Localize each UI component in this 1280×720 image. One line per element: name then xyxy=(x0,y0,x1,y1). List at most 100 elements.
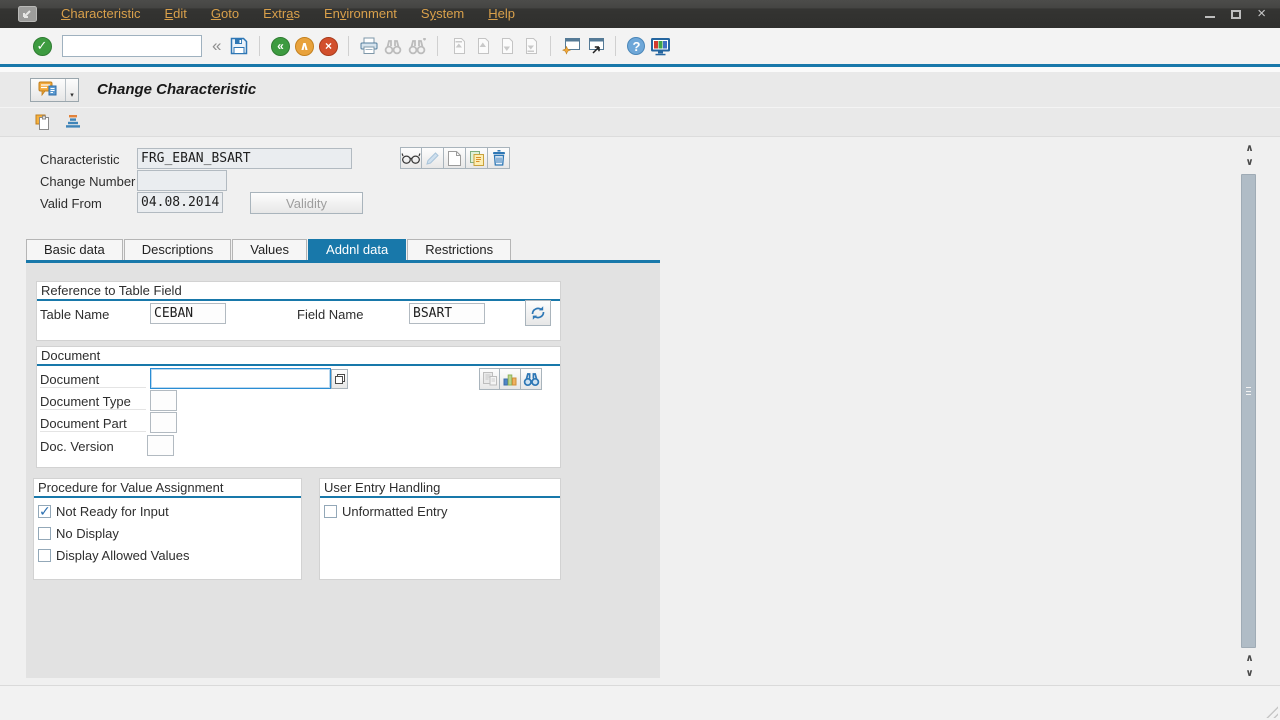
scroll-up-button-bottom[interactable]: ∧ xyxy=(1243,652,1256,665)
checkbox-no-display[interactable]: No Display xyxy=(38,526,119,541)
collapse-command-icon[interactable]: « xyxy=(212,36,221,56)
field-name-input[interactable] xyxy=(409,303,485,324)
document-display-icon xyxy=(482,371,498,387)
checkbox-box[interactable] xyxy=(38,549,51,562)
tab-descriptions[interactable]: Descriptions xyxy=(124,239,232,260)
change-number-input[interactable] xyxy=(137,170,227,191)
tab-basic-data[interactable]: Basic data xyxy=(26,239,123,260)
exit-button[interactable]: ∧ xyxy=(292,33,316,59)
command-field-combo: ▾ xyxy=(62,35,202,57)
checkbox-box[interactable] xyxy=(38,505,51,518)
document-chart-button[interactable] xyxy=(500,368,521,390)
next-page-button[interactable] xyxy=(494,33,518,59)
document-find-button[interactable] xyxy=(521,368,542,390)
validity-button[interactable]: Validity xyxy=(250,192,363,214)
checkbox-not-ready-for-input[interactable]: Not Ready for Input xyxy=(38,504,169,519)
previous-page-button[interactable] xyxy=(470,33,494,59)
hierarchy-button[interactable] xyxy=(61,110,85,134)
scrollbar-grip-icon xyxy=(1246,387,1251,395)
last-page-icon xyxy=(522,37,539,55)
new-session-icon xyxy=(562,37,581,55)
menu-system[interactable]: System xyxy=(409,0,476,28)
field-name-label: Field Name xyxy=(297,307,363,322)
change-number-label: Change Number xyxy=(40,174,135,189)
enter-button[interactable]: ✓ xyxy=(30,33,54,59)
create-shortcut-button[interactable] xyxy=(583,33,607,59)
scroll-up-button[interactable]: ∧ xyxy=(1243,142,1256,155)
document-input[interactable] xyxy=(150,368,331,389)
window-controls: × xyxy=(1205,9,1266,19)
multi-value-button[interactable] xyxy=(331,369,348,389)
menu-characteristic[interactable]: Characteristic xyxy=(49,0,152,28)
tab-strip: Basic data Descriptions Values Addnl dat… xyxy=(26,239,512,260)
scroll-down-button[interactable]: ∨ xyxy=(1243,156,1256,169)
command-field[interactable] xyxy=(66,37,235,55)
back-icon: « xyxy=(271,37,290,56)
close-button[interactable]: × xyxy=(1257,9,1266,19)
status-bar: SAP » WMDSAPS OVR ⇄ xyxy=(0,685,1280,720)
menu-edit[interactable]: Edit xyxy=(152,0,198,28)
clipboard-button[interactable] xyxy=(31,110,55,134)
last-page-button[interactable] xyxy=(518,33,542,59)
checkbox-label: Display Allowed Values xyxy=(56,548,189,563)
characteristic-actions xyxy=(400,147,510,169)
cancel-icon: × xyxy=(319,37,338,56)
tab-values[interactable]: Values xyxy=(232,239,307,260)
doc-version-label: Doc. Version xyxy=(40,439,114,454)
document-type-input[interactable] xyxy=(150,390,177,411)
print-button[interactable] xyxy=(357,33,381,59)
exit-icon: ∧ xyxy=(295,37,314,56)
display-button[interactable] xyxy=(400,147,422,169)
checkbox-box[interactable] xyxy=(38,527,51,540)
maximize-button[interactable] xyxy=(1231,10,1241,19)
table-name-label: Table Name xyxy=(40,307,109,322)
table-name-input[interactable] xyxy=(150,303,226,324)
user-entry-title: User Entry Handling xyxy=(320,479,560,498)
refresh-icon xyxy=(529,305,547,321)
first-page-icon xyxy=(450,37,467,55)
dropdown-icon[interactable]: ▾ xyxy=(65,79,78,101)
document-title: Document xyxy=(37,347,560,366)
print-icon xyxy=(359,37,379,55)
save-button[interactable] xyxy=(227,33,251,59)
characteristic-label: Characteristic xyxy=(40,152,119,167)
document-display-button[interactable] xyxy=(479,368,500,390)
menu-environment[interactable]: Environment xyxy=(312,0,409,28)
back-button[interactable]: « xyxy=(268,33,292,59)
menu-help[interactable]: Help xyxy=(476,0,527,28)
services-for-object-button[interactable]: ▾ xyxy=(30,78,79,102)
find-next-button[interactable] xyxy=(405,33,429,59)
characteristic-input[interactable] xyxy=(137,148,352,169)
menu-extras[interactable]: Extras xyxy=(251,0,312,28)
minimize-button[interactable] xyxy=(1205,10,1215,18)
help-button[interactable]: ? xyxy=(624,33,648,59)
refresh-button[interactable] xyxy=(525,300,551,326)
new-session-button[interactable] xyxy=(559,33,583,59)
scroll-down-button-bottom[interactable]: ∨ xyxy=(1243,667,1256,680)
checkbox-unformatted-entry[interactable]: Unformatted Entry xyxy=(324,504,448,519)
create-shortcut-icon xyxy=(586,37,605,55)
document-part-input[interactable] xyxy=(150,412,177,433)
copy-button[interactable] xyxy=(466,147,488,169)
menu-goto[interactable]: Goto xyxy=(199,0,251,28)
resize-grip[interactable] xyxy=(1265,705,1278,718)
valid-from-input[interactable] xyxy=(137,192,223,213)
cancel-button[interactable]: × xyxy=(316,33,340,59)
find-button[interactable] xyxy=(381,33,405,59)
menu-bar: Characteristic Edit Goto Extras Environm… xyxy=(0,0,1280,28)
find-next-icon xyxy=(408,38,426,55)
tab-restrictions[interactable]: Restrictions xyxy=(407,239,511,260)
checkbox-display-allowed-values[interactable]: Display Allowed Values xyxy=(38,548,189,563)
checkbox-box[interactable] xyxy=(324,505,337,518)
layout-monitor-icon xyxy=(650,37,671,56)
layout-button[interactable] xyxy=(648,33,672,59)
doc-version-input[interactable] xyxy=(147,435,174,456)
copy-icon xyxy=(469,150,485,167)
tab-addnl-data[interactable]: Addnl data xyxy=(308,239,406,260)
create-button[interactable] xyxy=(444,147,466,169)
first-page-button[interactable] xyxy=(446,33,470,59)
scrollbar-thumb[interactable] xyxy=(1241,174,1256,648)
change-button[interactable] xyxy=(422,147,444,169)
delete-button[interactable] xyxy=(488,147,510,169)
system-menu-icon[interactable] xyxy=(18,6,37,22)
